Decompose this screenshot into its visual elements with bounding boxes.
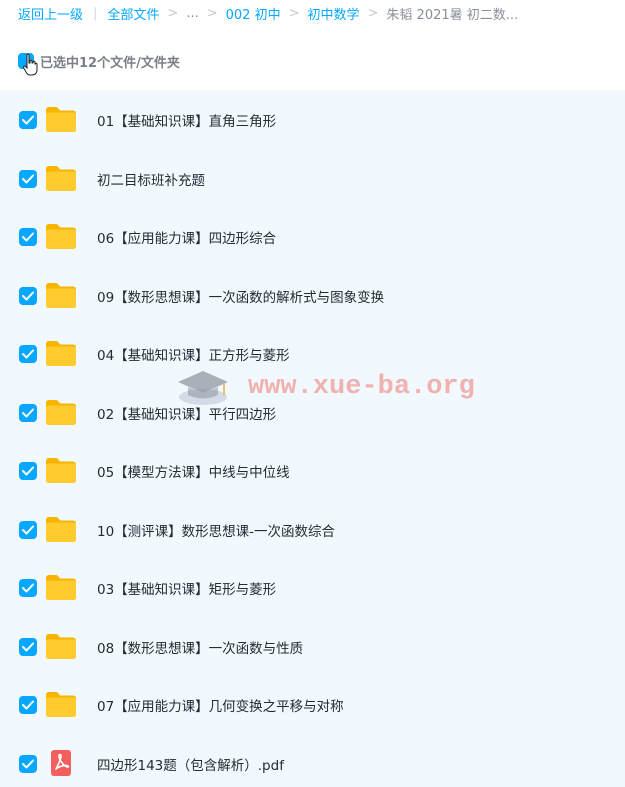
file-name[interactable]: 04【基础知识课】正方形与菱形 [97, 344, 290, 364]
file-name[interactable]: 初二目标班补充题 [97, 169, 205, 189]
folder-icon [45, 690, 77, 718]
breadcrumb-separator: > [167, 5, 179, 21]
folder-icon [45, 222, 77, 250]
folder-icon [45, 398, 77, 426]
breadcrumb-level2[interactable]: 初中数学 [308, 4, 360, 23]
check-icon [22, 232, 34, 242]
file-row[interactable]: 08【数形思想课】一次函数与性质 [0, 618, 625, 676]
check-icon [22, 466, 34, 476]
file-row[interactable]: 04【基础知识课】正方形与菱形 [0, 325, 625, 383]
check-icon [22, 583, 34, 593]
file-row[interactable]: 02【基础知识课】平行四边形 [0, 384, 625, 442]
selection-header: 已选中12个文件/文件夹 [18, 50, 180, 72]
file-name[interactable]: 四边形143题（包含解析）.pdf [97, 754, 284, 774]
row-checkbox[interactable] [19, 228, 37, 246]
folder-icon [45, 573, 77, 601]
breadcrumb-ellipsis[interactable]: ... [186, 6, 198, 21]
back-link[interactable]: 返回上一级 [18, 4, 83, 23]
folder-icon [45, 164, 77, 192]
row-checkbox[interactable] [19, 169, 37, 188]
row-checkbox[interactable] [19, 696, 37, 714]
file-name[interactable]: 08【数形思想课】一次函数与性质 [97, 637, 303, 657]
breadcrumb-current: 朱韬 2021暑 初二数... [386, 7, 519, 23]
row-checkbox[interactable] [19, 403, 37, 422]
file-row[interactable]: 06【应用能力课】四边形综合 [0, 208, 625, 266]
folder-icon [45, 515, 77, 543]
breadcrumb-separator: > [367, 5, 379, 21]
breadcrumb-divider: | [93, 5, 98, 21]
check-icon [22, 408, 34, 417]
check-icon [22, 291, 34, 300]
row-checkbox[interactable] [19, 286, 37, 305]
file-row[interactable]: 四边形143题（包含解析）.pdf [0, 735, 625, 787]
file-name[interactable]: 07【应用能力课】几何变换之平移与对称 [97, 695, 344, 715]
file-row[interactable]: 初二目标班补充题 [0, 150, 625, 208]
file-name[interactable]: 03【基础知识课】矩形与菱形 [97, 578, 276, 598]
file-name[interactable]: 01【基础知识课】直角三角形 [97, 110, 276, 130]
breadcrumb-separator: > [288, 5, 300, 21]
file-browser: 返回上一级 | 全部文件 > ... > 002 初中 > 初中数学 > 朱韬 … [0, 0, 625, 787]
check-icon [22, 525, 34, 534]
file-row[interactable]: 03【基础知识课】矩形与菱形 [0, 559, 625, 617]
file-list: 01【基础知识课】直角三角形 初二目标班补充题 06【应用能力课】四边形综合 09【数… [0, 90, 625, 787]
file-row[interactable]: 01【基础知识课】直角三角形 [0, 91, 625, 149]
file-name[interactable]: 05【模型方法课】中线与中位线 [97, 461, 290, 481]
file-row[interactable]: 07【应用能力课】几何变换之平移与对称 [0, 676, 625, 734]
file-name[interactable]: 10【测评课】数形思想课-一次函数综合 [97, 520, 335, 540]
check-icon [22, 115, 34, 125]
check-icon [22, 642, 34, 651]
row-checkbox[interactable] [19, 637, 37, 656]
file-row[interactable]: 05【模型方法课】中线与中位线 [0, 442, 625, 500]
file-name[interactable]: 02【基础知识课】平行四边形 [97, 403, 276, 423]
row-checkbox[interactable] [19, 579, 37, 597]
breadcrumb-all-files[interactable]: 全部文件 [107, 4, 159, 23]
row-checkbox[interactable] [19, 520, 37, 539]
check-icon [22, 759, 34, 768]
folder-icon [45, 281, 77, 309]
check-icon [22, 349, 34, 359]
folder-icon [45, 339, 77, 367]
row-checkbox[interactable] [19, 111, 37, 129]
row-checkbox[interactable] [19, 754, 37, 773]
selection-count: 已选中12个文件/文件夹 [40, 55, 180, 71]
file-name[interactable]: 06【应用能力课】四边形综合 [97, 227, 276, 247]
folder-icon [45, 456, 77, 484]
breadcrumb-level1[interactable]: 002 初中 [226, 4, 281, 23]
breadcrumb-separator: > [206, 5, 218, 21]
file-row[interactable]: 09【数形思想课】一次函数的解析式与图象变换 [0, 267, 625, 325]
breadcrumb: 返回上一级 | 全部文件 > ... > 002 初中 > 初中数学 > 朱韬 … [18, 0, 618, 26]
mouse-cursor-icon [22, 53, 38, 76]
check-icon [22, 174, 34, 183]
folder-icon [45, 632, 77, 660]
row-checkbox[interactable] [19, 462, 37, 480]
check-icon [22, 700, 34, 710]
file-name[interactable]: 09【数形思想课】一次函数的解析式与图象变换 [97, 286, 384, 306]
folder-icon [45, 105, 77, 133]
row-checkbox[interactable] [19, 345, 37, 363]
file-row[interactable]: 10【测评课】数形思想课-一次函数综合 [0, 501, 625, 559]
pdf-icon [45, 749, 77, 777]
